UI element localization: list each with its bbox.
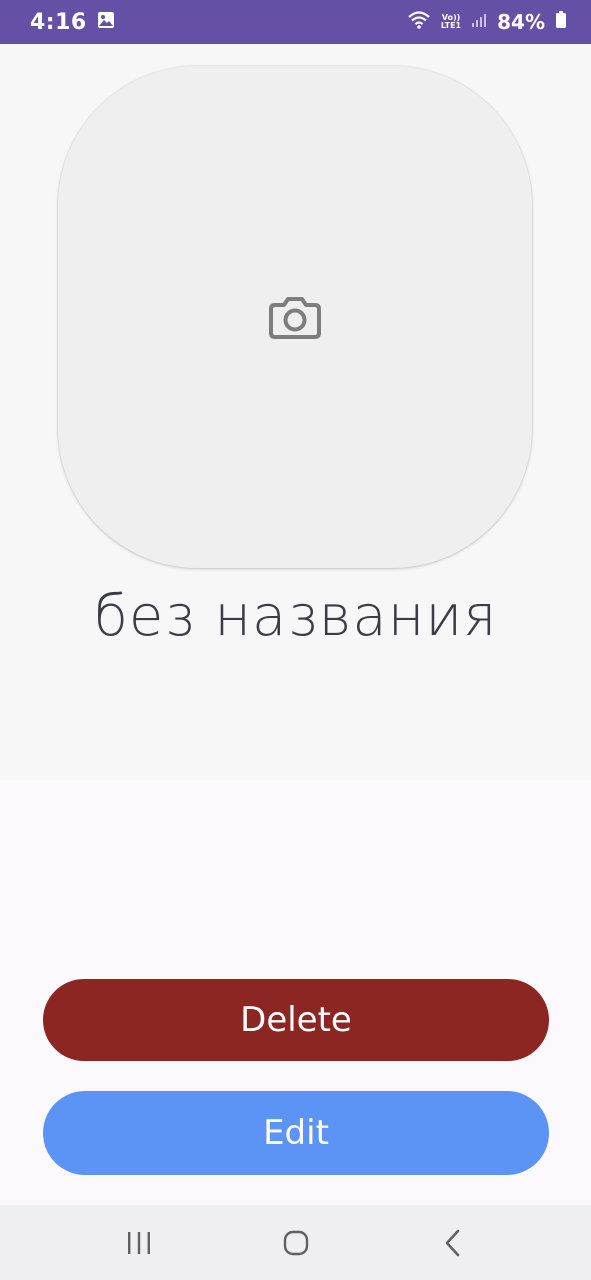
camera-icon (269, 297, 321, 339)
edit-button[interactable]: Edit (43, 1091, 549, 1175)
home-button[interactable] (266, 1213, 326, 1273)
battery-icon (555, 11, 567, 33)
volte-indicator: Vo)) LTE1 (441, 14, 461, 30)
recents-icon (127, 1231, 150, 1254)
signal-icon (471, 12, 487, 32)
app-screen: 4:16 Vo)) LTE1 84% без названия Delete E… (0, 0, 591, 1280)
recents-button[interactable] (109, 1213, 169, 1273)
photo-placeholder[interactable] (58, 66, 532, 568)
battery-percent: 84% (497, 10, 545, 34)
status-time: 4:16 (30, 9, 87, 35)
home-icon (283, 1230, 308, 1255)
status-right: Vo)) LTE1 84% (407, 10, 567, 34)
wifi-icon (407, 10, 431, 34)
system-nav-bar (0, 1205, 591, 1280)
item-detail-header: без названия (0, 44, 591, 780)
item-title: без названия (93, 584, 498, 649)
status-bar: 4:16 Vo)) LTE1 84% (0, 0, 591, 44)
lte-label: LTE1 (440, 21, 462, 30)
gallery-notification-icon (97, 11, 115, 33)
back-icon (445, 1229, 459, 1256)
status-left: 4:16 (30, 10, 115, 35)
back-button[interactable] (423, 1213, 483, 1273)
delete-button[interactable]: Delete (43, 979, 549, 1061)
